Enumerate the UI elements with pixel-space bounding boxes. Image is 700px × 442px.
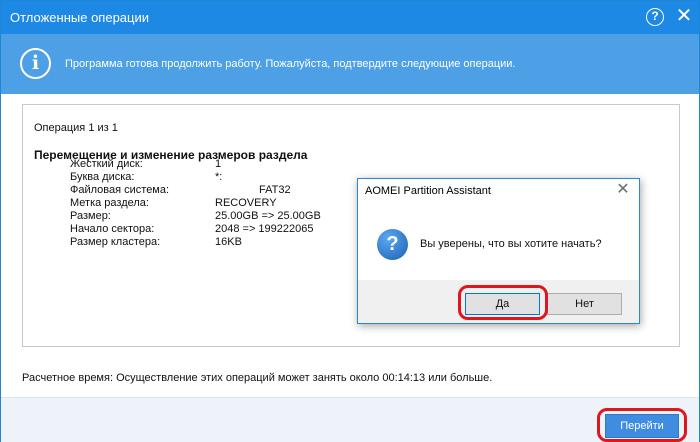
go-button-highlight (597, 408, 687, 442)
title-bar: Отложенные операции ? ✕ (1, 1, 699, 34)
detail-value: 2048 => 199222065 (215, 223, 314, 235)
question-icon: ? (377, 229, 408, 260)
info-banner: i Программа готова продолжить работу. По… (1, 34, 699, 94)
detail-label: Начало сектора: (70, 223, 155, 235)
detail-value: 1 (215, 158, 222, 170)
dialog-message: Вы уверены, что вы хотите начать? (420, 238, 602, 250)
detail-label: Метка раздела: (70, 197, 149, 209)
detail-label: Буква диска: (70, 171, 135, 183)
footer-bar: Перейти (1, 397, 699, 442)
info-icon: i (20, 48, 51, 79)
close-icon[interactable]: ✕ (673, 5, 695, 27)
yes-button-highlight (458, 285, 548, 320)
detail-value: FAT32 (259, 184, 291, 196)
help-icon[interactable]: ? (646, 8, 664, 26)
no-button[interactable]: Нет (547, 293, 622, 315)
confirm-dialog: AOMEI Partition Assistant ✕ ? Вы уверены… (357, 178, 640, 324)
detail-value: *: (215, 171, 223, 183)
detail-value: RECOVERY (215, 197, 277, 209)
detail-label: Файловая система: (70, 184, 170, 196)
detail-label: Размер: (70, 210, 111, 222)
dialog-close-icon[interactable]: ✕ (613, 180, 633, 200)
operation-counter: Операция 1 из 1 (34, 122, 118, 134)
detail-label: Размер кластера: (70, 236, 161, 248)
window-title: Отложенные операции (10, 10, 149, 25)
dialog-title: AOMEI Partition Assistant (365, 185, 491, 197)
pending-operations-window: Отложенные операции ? ✕ i Программа гото… (0, 0, 700, 442)
detail-value: 25.00GB => 25.00GB (215, 210, 321, 222)
info-message: Программа готова продолжить работу. Пожа… (65, 58, 516, 70)
dialog-button-bar: Да Нет (358, 280, 639, 323)
estimated-time: Расчетное время: Осуществление этих опер… (22, 372, 493, 384)
detail-value: 16KB (215, 236, 242, 248)
detail-label: Жесткий диск: (70, 158, 143, 170)
